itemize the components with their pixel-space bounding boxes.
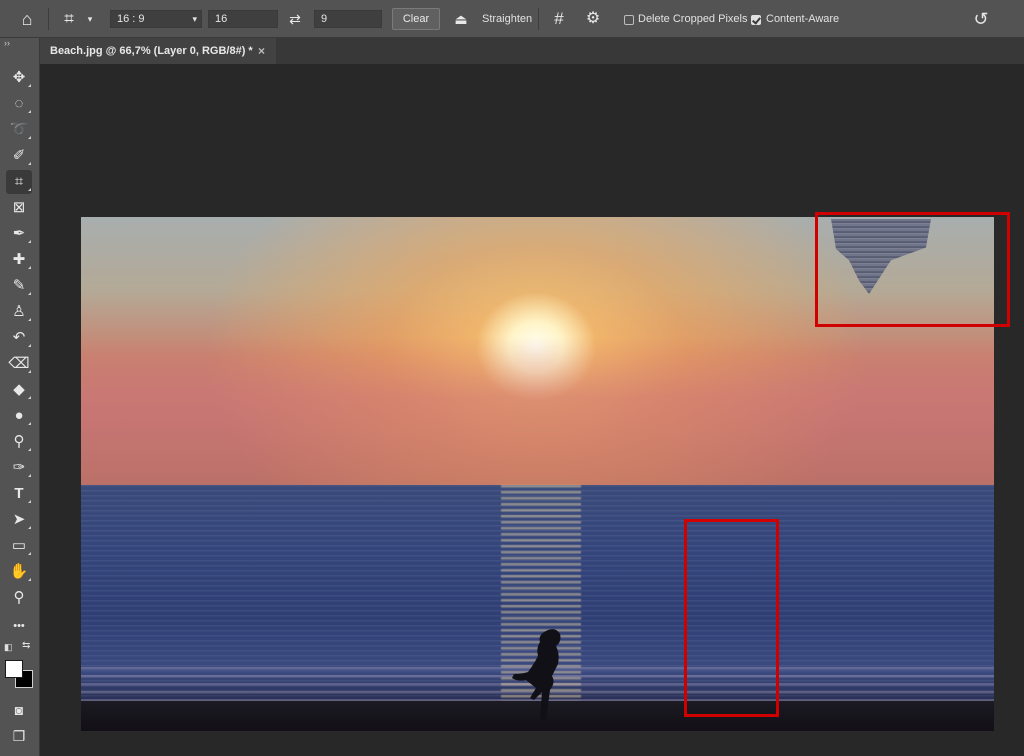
ratio-select[interactable]: 16 : 9 ▾ <box>110 10 202 28</box>
path-selection-tool-icon[interactable]: ➤ <box>6 508 32 532</box>
hand-tool-icon[interactable]: ✋ <box>6 560 32 584</box>
chevron-down-icon[interactable]: ▾ <box>84 0 96 38</box>
blur-tool-icon[interactable]: ● <box>6 404 32 428</box>
height-field[interactable]: 9 <box>314 10 382 28</box>
clear-button[interactable]: Clear <box>392 8 440 30</box>
level-icon[interactable]: ⏏ <box>450 0 472 38</box>
grid-icon[interactable]: # <box>548 0 570 38</box>
ratio-select-value: 16 : 9 <box>117 13 145 25</box>
highlight-box <box>684 519 779 717</box>
separator <box>538 8 539 30</box>
history-brush-tool-icon[interactable]: ↶ <box>6 326 32 350</box>
screen-mode-icon[interactable]: ❐ <box>6 724 32 748</box>
eraser-tool-icon[interactable]: ⌫ <box>6 352 32 376</box>
tools-panel: ›› ✥ ◌ ➰ ✐ ⌗ ⊠ ✒ ✚ ✎ ♙ ↶ ⌫ ◆ ● ⚲ ✑ T ➤ ▭… <box>0 38 40 756</box>
sky-haze <box>81 337 994 487</box>
content-aware-checkbox[interactable] <box>751 15 761 25</box>
brush-tool-icon[interactable]: ✎ <box>6 274 32 298</box>
separator <box>48 8 49 30</box>
healing-brush-tool-icon[interactable]: ✚ <box>6 248 32 272</box>
delete-cropped-label: Delete Cropped Pixels <box>638 13 748 25</box>
dodge-tool-icon[interactable]: ⚲ <box>6 430 32 454</box>
quick-selection-tool-icon[interactable]: ✐ <box>6 144 32 168</box>
rectangle-tool-icon[interactable]: ▭ <box>6 534 32 558</box>
more-tools-icon[interactable]: ••• <box>6 614 32 638</box>
frame-tool-icon[interactable]: ⊠ <box>6 196 32 220</box>
highlight-box <box>815 212 1010 327</box>
document-tab[interactable]: Beach.jpg @ 66,7% (Layer 0, RGB/8#) * × <box>40 38 276 64</box>
quick-mask-icon[interactable]: ◙ <box>6 698 32 722</box>
swap-colors-icon[interactable]: ⇆ <box>22 640 30 651</box>
delete-cropped-checkbox[interactable] <box>624 15 634 25</box>
options-bar: ⌂ ⌗ ▾ 16 : 9 ▾ 16 ⇄ 9 Clear ⏏ Straighten… <box>0 0 1024 38</box>
lasso-tool-icon[interactable]: ➰ <box>6 118 32 142</box>
collapse-icon[interactable]: ›› <box>4 38 10 48</box>
document-tab-title: Beach.jpg @ 66,7% (Layer 0, RGB/8#) * <box>50 45 253 57</box>
home-icon[interactable]: ⌂ <box>14 0 40 38</box>
document-tab-bar: Beach.jpg @ 66,7% (Layer 0, RGB/8#) * × <box>40 38 1024 64</box>
couple-silhouette <box>512 629 561 720</box>
width-field[interactable]: 16 <box>208 10 278 28</box>
clone-stamp-tool-icon[interactable]: ♙ <box>6 300 32 324</box>
content-aware-label: Content-Aware <box>766 13 840 25</box>
default-colors-icon[interactable]: ◧ <box>4 642 13 653</box>
foreground-color-swatch[interactable] <box>5 660 23 678</box>
gear-icon[interactable]: ⚙ <box>582 0 604 38</box>
pen-tool-icon[interactable]: ✑ <box>6 456 32 480</box>
swap-arrows-icon[interactable]: ⇄ <box>284 0 306 38</box>
close-icon[interactable]: × <box>258 38 265 64</box>
crop-tool-icon[interactable]: ⌗ <box>6 170 32 194</box>
move-tool-icon[interactable]: ✥ <box>6 66 32 90</box>
crop-icon[interactable]: ⌗ <box>58 0 80 38</box>
marquee-tool-icon[interactable]: ◌ <box>6 92 32 116</box>
straighten-label[interactable]: Straighten <box>482 0 532 38</box>
chevron-down-icon: ▾ <box>192 14 197 24</box>
zoom-tool-icon[interactable]: ⚲ <box>6 586 32 610</box>
eyedropper-tool-icon[interactable]: ✒ <box>6 222 32 246</box>
paint-bucket-tool-icon[interactable]: ◆ <box>6 378 32 402</box>
type-tool-icon[interactable]: T <box>6 482 32 506</box>
undo-icon[interactable]: ↺ <box>968 0 994 38</box>
